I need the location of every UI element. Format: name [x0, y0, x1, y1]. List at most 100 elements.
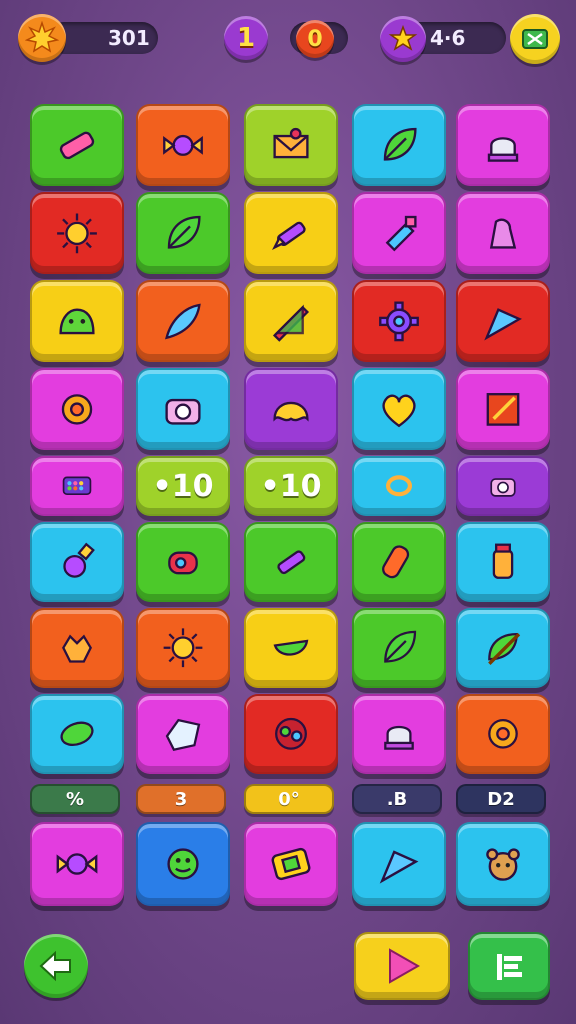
crystal-icon: [165, 719, 201, 752]
board-tile[interactable]: [352, 522, 446, 602]
board-tile[interactable]: [136, 192, 230, 274]
board-tile[interactable]: [352, 456, 446, 516]
marker-icon: [277, 550, 306, 575]
leaf-icon: [384, 630, 417, 663]
board-tile[interactable]: [352, 192, 446, 274]
boat-icon: [273, 639, 309, 656]
bell-icon: [487, 136, 519, 162]
board-tile[interactable]: [352, 694, 446, 774]
sword-leaf-icon: [488, 633, 521, 666]
fruit-icon: [62, 634, 92, 663]
board-tile[interactable]: [30, 192, 124, 274]
tile-bonus-label: •10: [152, 468, 214, 504]
frame-icon: [486, 392, 520, 426]
board-tile[interactable]: [244, 694, 338, 774]
can-icon: [168, 551, 198, 575]
monster-icon: [167, 848, 199, 880]
cone-icon: [484, 307, 522, 341]
potion-icon: [63, 542, 95, 578]
board-tile[interactable]: [30, 368, 124, 450]
column-label: 0°: [244, 784, 334, 814]
candy-icon: [163, 134, 203, 156]
stars-count: 4·6: [430, 26, 466, 50]
board-tile[interactable]: [30, 456, 124, 516]
back-arrow-icon: [39, 950, 71, 982]
board-tile[interactable]: [244, 608, 338, 688]
board-tile[interactable]: [352, 608, 446, 688]
play-button[interactable]: [354, 932, 450, 1000]
bottle-icon: [385, 215, 417, 252]
board-tile[interactable]: [244, 104, 338, 186]
board-tile[interactable]: [456, 456, 550, 516]
board-tile[interactable]: [136, 694, 230, 774]
board-tile[interactable]: •10: [244, 456, 338, 516]
leaf-icon: [167, 215, 201, 249]
map-button[interactable]: [510, 14, 560, 64]
board-tile[interactable]: [456, 368, 550, 450]
slime-icon: [59, 308, 95, 334]
board-tile[interactable]: [352, 822, 446, 906]
map-icon: [522, 29, 548, 49]
board-tile[interactable]: [30, 280, 124, 362]
star-badge-icon: [380, 16, 426, 62]
menu-icon: [497, 954, 522, 980]
coins-count: 301: [108, 26, 150, 50]
board-tile[interactable]: [136, 104, 230, 186]
board-tile[interactable]: [30, 694, 124, 774]
board-tile[interactable]: •10: [136, 456, 230, 516]
menu-button[interactable]: [468, 932, 550, 1000]
flower-icon: [488, 719, 518, 749]
level-number: 1: [236, 23, 256, 53]
palette-icon: [62, 476, 92, 496]
ruler-icon: [272, 304, 310, 342]
board-tile[interactable]: [30, 608, 124, 688]
column-label: .B: [352, 784, 442, 814]
level-badge: 1: [224, 16, 268, 60]
candy-icon: [56, 853, 98, 875]
envelope-icon: [273, 127, 309, 158]
blob-icon: [273, 401, 309, 422]
pencil-icon: [272, 221, 306, 250]
board-tile[interactable]: [30, 104, 124, 186]
camera-icon: [490, 478, 516, 497]
heart-icon: [382, 394, 416, 427]
cucumber-icon: [60, 721, 94, 747]
board-tile[interactable]: [244, 368, 338, 450]
bandage-icon: [382, 545, 410, 579]
board-tile[interactable]: [136, 368, 230, 450]
ball-icon: [275, 718, 307, 750]
board-tile[interactable]: [30, 522, 124, 602]
board-tile[interactable]: [352, 368, 446, 450]
hat-icon: [489, 218, 517, 249]
board-tile[interactable]: [456, 822, 550, 906]
board-tile[interactable]: [352, 104, 446, 186]
board-tile[interactable]: [456, 280, 550, 362]
back-button[interactable]: [24, 934, 88, 998]
sun-coin-icon: [18, 14, 66, 62]
jar-icon: [492, 543, 514, 580]
ring-icon: [385, 475, 413, 497]
flower-icon: [61, 393, 93, 425]
board-tile[interactable]: [456, 192, 550, 274]
board-tile[interactable]: [456, 608, 550, 688]
ticket-icon: [271, 847, 311, 881]
leaf-icon: [383, 127, 417, 161]
board-tile[interactable]: [136, 822, 230, 906]
counter-badge: 0: [296, 20, 334, 58]
board-tile[interactable]: [352, 280, 446, 362]
board-tile[interactable]: [456, 694, 550, 774]
board-tile[interactable]: [244, 192, 338, 274]
bell-icon: [384, 726, 414, 750]
board-tile[interactable]: [244, 280, 338, 362]
board-tile[interactable]: [30, 822, 124, 906]
feather-icon: [165, 303, 201, 339]
board-tile[interactable]: [456, 104, 550, 186]
board-tile[interactable]: [136, 280, 230, 362]
board-tile[interactable]: [136, 608, 230, 688]
eraser-icon: [59, 131, 95, 159]
board-tile[interactable]: [456, 522, 550, 602]
play-icon: [389, 948, 421, 984]
board-tile[interactable]: [244, 822, 338, 906]
board-tile[interactable]: [244, 522, 338, 602]
board-tile[interactable]: [136, 522, 230, 602]
